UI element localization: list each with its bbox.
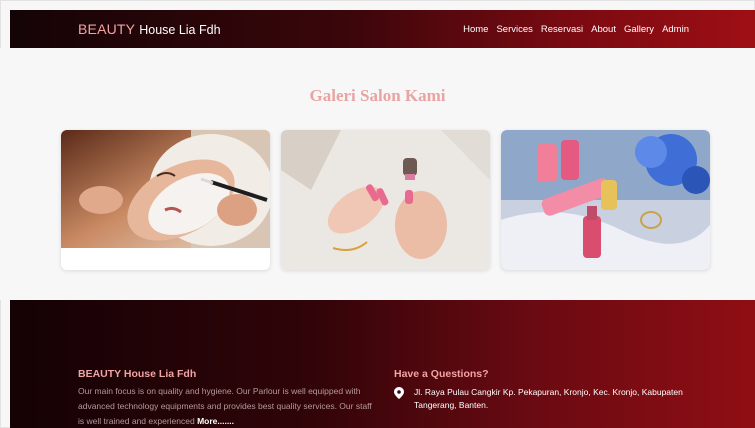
manicure-photo xyxy=(281,130,490,270)
footer: BEAUTY House Lia Fdh Our main focus is o… xyxy=(10,300,755,428)
address-text: Jl. Raya Pulau Cangkir Kp. Pekapuran, Kr… xyxy=(414,387,683,410)
nav-link-home[interactable]: Home xyxy=(463,24,488,35)
brand-accent: BEAUTY xyxy=(78,21,136,37)
navbar: BEAUTY House Lia Fdh Home Services Reser… xyxy=(10,10,755,48)
cosmetics-photo xyxy=(501,130,710,270)
gallery-section: Galeri Salon Kami xyxy=(0,48,755,300)
nav-link-admin[interactable]: Admin xyxy=(662,24,689,35)
gallery-card-manicure[interactable] xyxy=(281,130,490,270)
nav-link-about[interactable]: About xyxy=(591,24,616,35)
footer-contact: Have a Questions? Jl. Raya Pulau Cangkir… xyxy=(394,368,694,412)
contact-heading: Have a Questions? xyxy=(394,368,489,380)
address-row: Jl. Raya Pulau Cangkir Kp. Pekapuran, Kr… xyxy=(394,386,694,412)
footer-about: BEAUTY House Lia Fdh Our main focus is o… xyxy=(78,368,378,428)
brand-name: House Lia Fdh xyxy=(139,23,221,37)
gallery-card-facial[interactable] xyxy=(61,130,270,270)
brand-logo[interactable]: BEAUTY House Lia Fdh xyxy=(78,21,221,37)
nav-link-gallery[interactable]: Gallery xyxy=(624,24,654,35)
more-link[interactable]: More....... xyxy=(197,416,234,426)
gallery-card-cosmetics[interactable] xyxy=(501,130,710,270)
nav-link-services[interactable]: Services xyxy=(496,24,532,35)
nav-links: Home Services Reservasi About Gallery Ad… xyxy=(463,24,689,35)
map-pin-icon xyxy=(394,387,404,399)
footer-description: Our main focus is on quality and hygiene… xyxy=(78,384,378,428)
footer-brand-title: BEAUTY House Lia Fdh xyxy=(78,368,197,380)
facial-treatment-photo xyxy=(61,130,270,248)
gallery-title: Galeri Salon Kami xyxy=(309,86,446,105)
nav-link-reservasi[interactable]: Reservasi xyxy=(541,24,583,35)
